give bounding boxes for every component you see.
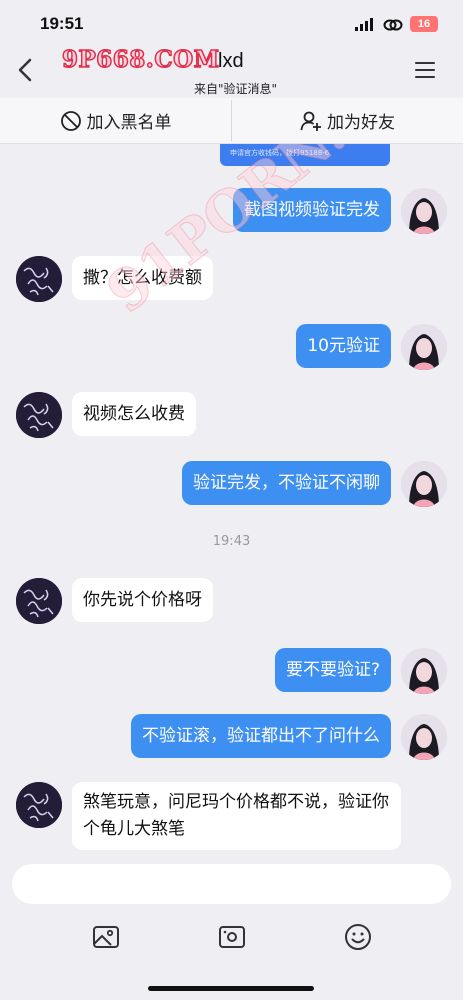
chat-header: 9P668.COM lxd 来自"验证消息" [0, 40, 463, 98]
avatar[interactable] [16, 578, 62, 624]
image-icon[interactable] [91, 922, 121, 952]
battery-indicator: 16 [410, 16, 438, 32]
action-bar: 加入黑名单 加为好友 [0, 98, 463, 144]
message-bubble-in[interactable]: 你先说个价格呀 [72, 578, 213, 622]
avatar[interactable] [16, 256, 62, 302]
clock: 19:51 [40, 14, 84, 33]
message-bubble-in[interactable]: 煞笔玩意，问尼玛个价格都不说，验证你个龟儿大煞笔 [72, 782, 401, 850]
watermark-logo: 9P668.COM [61, 45, 220, 74]
message-bubble-out[interactable]: 截图视频验证完发 [233, 188, 391, 232]
message-input[interactable] [12, 864, 451, 904]
menu-icon[interactable] [415, 62, 435, 83]
block-label: 加入黑名单 [86, 113, 172, 133]
message-bubble-in[interactable]: 撒？怎么收费额 [72, 256, 213, 300]
contact-source: 来自"验证消息" [193, 82, 278, 96]
avatar[interactable] [401, 648, 447, 694]
home-indicator[interactable] [148, 986, 314, 991]
message-bubble-out[interactable]: 不验证滚，验证都出不了问什么 [131, 714, 391, 758]
add-friend-button[interactable]: 加为好友 [232, 98, 463, 143]
forwarded-card[interactable]: 申请官方收钱码，拨打95188-6 [220, 144, 390, 166]
link-icon [383, 19, 403, 31]
avatar[interactable] [401, 188, 447, 234]
contact-name: lxd [218, 50, 244, 72]
add-friend-label: 加为好友 [327, 113, 395, 133]
avatar[interactable] [16, 782, 62, 828]
avatar[interactable] [401, 324, 447, 370]
avatar[interactable] [401, 714, 447, 760]
avatar[interactable] [16, 392, 62, 438]
message-bubble-out[interactable]: 10元验证 [296, 324, 391, 368]
message-list[interactable]: 申请官方收钱码，拨打95188-6 截图视频验证完发 撒？怎么收费额 10元验证… [0, 144, 463, 852]
emoji-icon[interactable] [343, 922, 373, 952]
message-bubble-out[interactable]: 验证完发，不验证不闲聊 [182, 461, 391, 505]
signal-icon [355, 18, 373, 31]
add-friend-icon [300, 111, 321, 131]
timestamp: 19:43 [212, 534, 251, 549]
composer [0, 852, 463, 1000]
message-bubble-out[interactable]: 要不要验证? [274, 648, 391, 692]
video-icon[interactable] [217, 922, 247, 952]
block-button[interactable]: 加入黑名单 [0, 98, 231, 143]
message-bubble-in[interactable]: 视频怎么收费 [72, 392, 196, 436]
avatar[interactable] [401, 461, 447, 507]
block-icon [60, 110, 81, 131]
